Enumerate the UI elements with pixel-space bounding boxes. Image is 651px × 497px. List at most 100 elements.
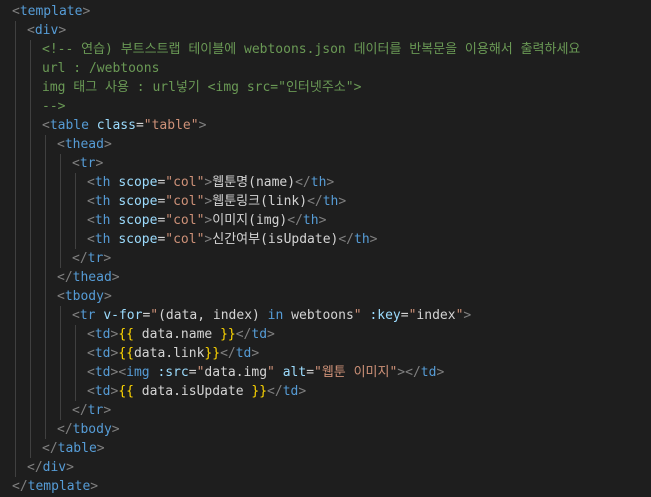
indent-guide xyxy=(30,116,31,135)
indent-guide xyxy=(15,192,16,211)
code-line[interactable]: </tbody> xyxy=(0,420,651,439)
code-token: < xyxy=(87,232,95,247)
code-token: </ xyxy=(42,441,58,456)
code-line[interactable]: </tr> xyxy=(0,401,651,420)
code-line[interactable]: <!-- 연습) 부트스트랩 테이블에 webtoons.json 데이터를 반… xyxy=(0,40,651,59)
code-text: </template> xyxy=(12,477,98,496)
code-text: img 태그 사용 : url넣기 <img src="인터넷주소"> xyxy=(42,78,361,97)
code-token: > xyxy=(436,365,445,380)
indent-guide xyxy=(45,192,46,211)
code-token: </ xyxy=(72,403,88,418)
code-line[interactable]: <thead> xyxy=(0,135,651,154)
indent-guide xyxy=(60,306,61,325)
indent-guide xyxy=(45,325,46,344)
code-token: </ xyxy=(12,479,28,494)
code-token: > xyxy=(111,270,120,285)
code-line[interactable]: img 태그 사용 : url넣기 <img src="인터넷주소"> xyxy=(0,78,651,97)
indent-guide xyxy=(75,363,76,382)
code-line[interactable]: <th scope="col">웹툰명(name)</th> xyxy=(0,173,651,192)
code-line[interactable]: <th scope="col">이미지(img)</th> xyxy=(0,211,651,230)
code-token: "col" xyxy=(165,232,205,247)
code-token: </ xyxy=(295,175,311,190)
code-line[interactable]: </table> xyxy=(0,439,651,458)
indent-guide xyxy=(45,230,46,249)
indent-guide xyxy=(60,344,61,363)
indent-guide xyxy=(15,268,16,287)
code-line[interactable]: <div> xyxy=(0,21,651,40)
indent-guide xyxy=(30,154,31,173)
code-token: > xyxy=(96,441,105,456)
code-text: <td>{{ data.name }}</td> xyxy=(87,325,275,344)
indent-guide xyxy=(45,420,46,439)
indent-guide xyxy=(45,363,46,382)
code-line[interactable]: <td><img :src="data.img" alt="웹툰 이미지"></… xyxy=(0,363,651,382)
indent-guide xyxy=(60,249,61,268)
code-line[interactable]: <td>{{ data.name }}</td> xyxy=(0,325,651,344)
code-line[interactable]: <tr> xyxy=(0,154,651,173)
code-text: <td>{{ data.isUpdate }}</td> xyxy=(87,382,306,401)
code-token: "웹툰 이미지" xyxy=(314,365,398,380)
code-text: <tr v-for="(data, index) in webtoons" :k… xyxy=(72,306,471,325)
indent-guide xyxy=(45,287,46,306)
code-line[interactable]: <td>{{data.link}}</td> xyxy=(0,344,651,363)
indent-guide xyxy=(45,211,46,230)
code-token: th xyxy=(94,194,111,209)
code-line[interactable]: </thead> xyxy=(0,268,651,287)
code-line[interactable]: url : /webtoons xyxy=(0,59,651,78)
code-text: <th scope="col">웹툰링크(link)</th> xyxy=(87,192,346,211)
code-editor[interactable]: <template> <div> <!-- 연습) 부트스트랩 테이블에 webto… xyxy=(0,0,651,497)
code-token: < xyxy=(87,365,95,380)
code-line[interactable]: <tr v-for="(data, index) in webtoons" :k… xyxy=(0,306,651,325)
code-line[interactable]: </tr> xyxy=(0,249,651,268)
code-line[interactable]: <table class="table"> xyxy=(0,116,651,135)
code-token: < xyxy=(12,4,20,19)
code-token: </ xyxy=(57,270,73,285)
code-token: td xyxy=(94,384,111,399)
code-token: td xyxy=(235,346,252,361)
code-token: < xyxy=(118,365,127,380)
code-token: < xyxy=(87,384,95,399)
code-token: tr xyxy=(79,156,96,171)
code-text: url : /webtoons xyxy=(42,59,159,78)
code-token: }} xyxy=(251,384,268,399)
code-token: > xyxy=(66,460,74,475)
code-token: table xyxy=(49,118,89,133)
indent-guide xyxy=(75,192,76,211)
code-token: tbody xyxy=(64,289,104,304)
code-line[interactable]: <th scope="col">신간여부(isUpdate)</th> xyxy=(0,230,651,249)
code-line[interactable]: <td>{{ data.isUpdate }}</td> xyxy=(0,382,651,401)
code-line[interactable]: <th scope="col">웹툰링크(link)</th> xyxy=(0,192,651,211)
indent-guide xyxy=(45,268,46,287)
code-token: < xyxy=(87,327,95,342)
code-token: data.isUpdate xyxy=(133,384,252,399)
code-line[interactable]: </template> xyxy=(0,477,651,496)
code-token: <!-- 연습) 부트스트랩 테이블에 webtoons.json 데이터를 반… xyxy=(42,42,581,57)
code-token: tr xyxy=(87,251,104,266)
code-token: > xyxy=(103,289,112,304)
code-token: 이미지(img) xyxy=(212,213,288,228)
code-token: data.link xyxy=(133,346,205,361)
code-line[interactable]: <tbody> xyxy=(0,287,651,306)
code-token: </ xyxy=(220,346,236,361)
code-line[interactable]: --> xyxy=(0,97,651,116)
code-token: th xyxy=(322,194,339,209)
code-token: </ xyxy=(235,327,252,342)
indent-guide xyxy=(30,306,31,325)
indent-guide xyxy=(15,306,16,325)
code-token: }} xyxy=(204,346,221,361)
code-line[interactable]: </div> xyxy=(0,458,651,477)
indent-guide xyxy=(30,382,31,401)
indent-guide xyxy=(30,173,31,192)
code-token: tbody xyxy=(72,422,112,437)
code-token: = xyxy=(135,118,144,133)
indent-guide xyxy=(15,287,16,306)
indent-guide xyxy=(75,230,76,249)
indent-guide xyxy=(15,401,16,420)
indent-guide xyxy=(15,363,16,382)
code-token: --> xyxy=(42,99,66,114)
code-line[interactable]: <template> xyxy=(0,2,651,21)
code-token: > xyxy=(338,194,347,209)
code-token: scope xyxy=(118,213,158,228)
